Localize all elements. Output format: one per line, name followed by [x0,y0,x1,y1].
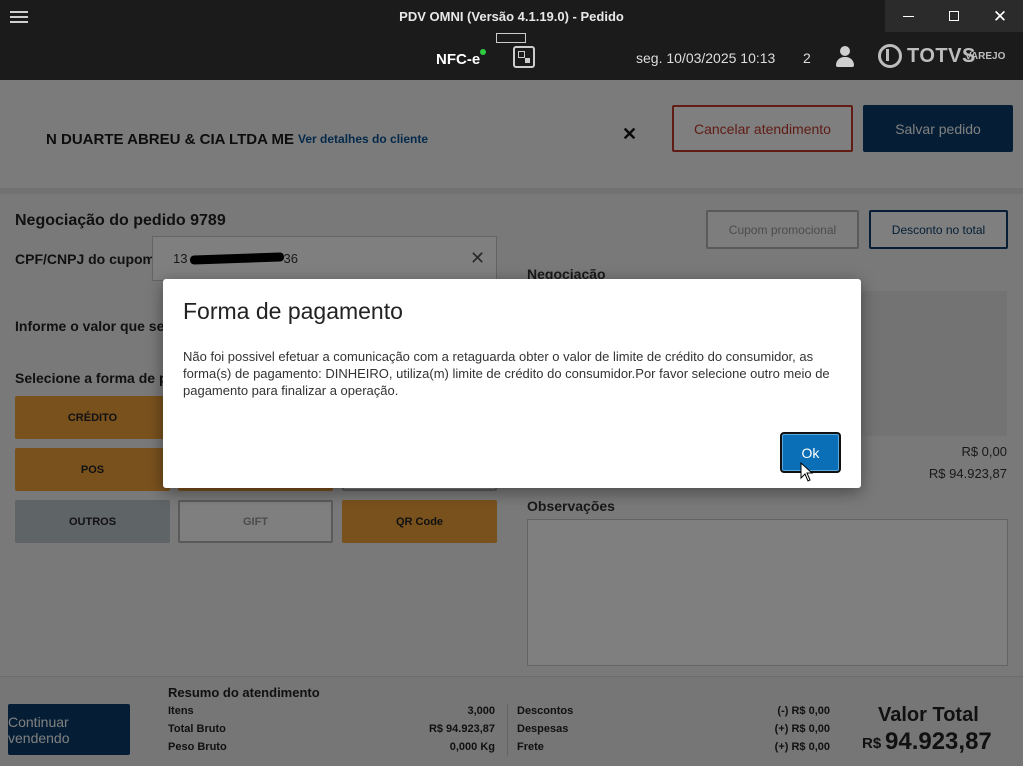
nfce-label[interactable]: NFC-e [436,51,480,68]
window-controls: ✕ [885,0,1023,32]
minimize-button[interactable] [885,0,931,32]
minimize-icon [902,15,914,17]
user-icon[interactable] [835,46,855,68]
close-icon: ✕ [992,6,1008,26]
printer-icon [496,33,526,43]
mouse-cursor-icon [800,462,814,482]
window-title: PDV OMNI (Versão 4.1.19.0) - Pedido [399,9,624,24]
maximize-icon [949,11,959,21]
dialog-title: Forma de pagamento [183,298,403,324]
close-window-button[interactable]: ✕ [977,0,1023,32]
status-dot-icon [480,49,486,55]
title-bar: PDV OMNI (Versão 4.1.19.0) - Pedido ✕ NF… [0,0,1023,80]
totvs-logo-icon [878,44,902,68]
maximize-button[interactable] [931,0,977,32]
qr-code-icon[interactable] [513,46,535,68]
user-count: 2 [803,50,811,66]
payment-dialog: Forma de pagamento Não foi possivel efet… [163,279,861,488]
datetime: seg. 10/03/2025 10:13 [636,50,776,66]
brand-sub: VAREJO [965,51,1006,62]
dialog-message: Não foi possivel efetuar a comunicação c… [183,349,830,398]
